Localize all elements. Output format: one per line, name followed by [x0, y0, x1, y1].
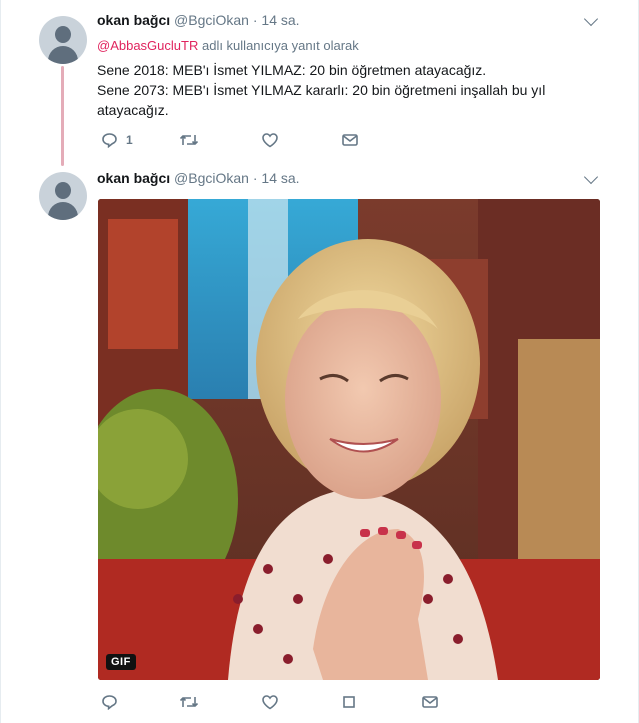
avatar[interactable] [39, 172, 87, 220]
tweet-header: okan bağcı @BgciOkan · 14 sa. [97, 170, 300, 186]
reply-count: 1 [126, 133, 133, 147]
reply-button[interactable] [101, 694, 118, 710]
username[interactable]: @BgciOkan [174, 170, 249, 186]
timestamp[interactable]: 14 sa. [261, 12, 299, 28]
stop-icon [343, 696, 355, 708]
like-icon [262, 695, 278, 710]
like-icon [262, 133, 278, 148]
message-button[interactable] [341, 132, 359, 148]
retweet-button[interactable] [179, 132, 199, 148]
retweet-icon [179, 135, 199, 145]
username[interactable]: @BgciOkan [174, 12, 249, 28]
reply-context: @AbbasGucluTR adlı kullanıcıya yanıt ola… [97, 38, 359, 53]
gif-badge: GIF [106, 654, 136, 670]
reply-mention-link[interactable]: @AbbasGucluTR [97, 38, 198, 53]
tweet-text-line: Sene 2018: MEB'ı İsmet YILMAZ: 20 bin öğ… [97, 62, 487, 78]
gif-media[interactable]: GIF [98, 199, 600, 680]
reply-icon [102, 133, 117, 148]
chevron-down-icon[interactable] [583, 11, 599, 27]
tweet-actions: 1 [101, 132, 601, 152]
display-name[interactable]: okan bağcı [97, 170, 170, 186]
reply-icon [102, 695, 117, 710]
timestamp[interactable]: 14 sa. [261, 170, 299, 186]
timeline: okan bağcı @BgciOkan · 14 sa. @AbbasGucl… [0, 0, 639, 723]
separator: · [252, 12, 258, 28]
stop-button[interactable] [341, 694, 357, 710]
message-button[interactable] [421, 694, 439, 710]
tweet-text: Sene 2018: MEB'ı İsmet YILMAZ: 20 bin öğ… [97, 60, 597, 120]
chevron-down-icon[interactable] [583, 169, 599, 185]
retweet-button[interactable] [179, 694, 199, 710]
like-button[interactable] [261, 132, 279, 148]
like-button[interactable] [261, 694, 279, 710]
reply-button[interactable]: 1 [101, 132, 133, 148]
retweet-icon [179, 697, 199, 707]
message-icon [422, 696, 438, 708]
tweet-text-line: atayacağız. [97, 102, 169, 118]
display-name[interactable]: okan bağcı [97, 12, 170, 28]
tweet-text-line: Sene 2073: MEB'ı İsmet YILMAZ kararlı: 2… [97, 82, 546, 98]
message-icon [342, 134, 358, 146]
thread-connector [61, 66, 64, 166]
separator: · [252, 170, 258, 186]
gif-image [98, 199, 600, 680]
tweet-actions [101, 694, 601, 714]
avatar[interactable] [39, 16, 87, 64]
tweet-header: okan bağcı @BgciOkan · 14 sa. [97, 12, 300, 28]
reply-context-label: adlı kullanıcıya yanıt olarak [201, 38, 359, 53]
